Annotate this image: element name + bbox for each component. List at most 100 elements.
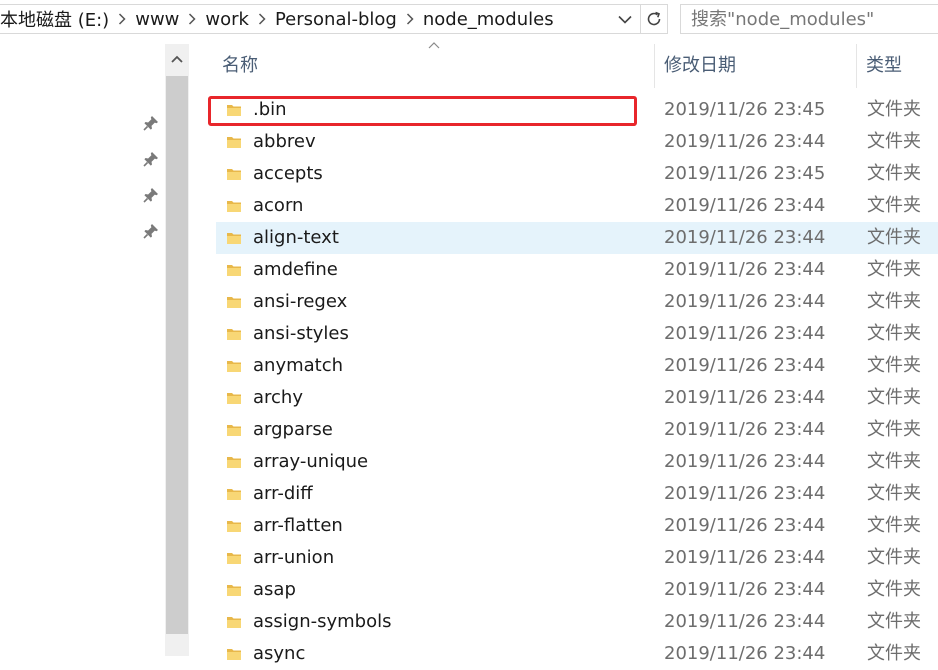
modified-date: 2019/11/26 23:44 [664,579,826,600]
file-type: 文件夹 [867,163,921,184]
file-name: array-unique [253,451,369,472]
file-name: async [253,643,306,664]
list-item[interactable]: assign-symbols 2019/11/26 23:44 文件夹 [216,606,938,638]
folder-icon [227,201,241,212]
list-item[interactable]: argparse 2019/11/26 23:44 文件夹 [216,414,938,446]
modified-date: 2019/11/26 23:44 [664,547,826,568]
breadcrumb-item-node-modules[interactable]: node_modules [419,9,558,30]
file-name: ansi-styles [253,323,349,344]
chevron-down-icon [618,15,632,24]
file-type: 文件夹 [867,547,921,568]
pin-icon[interactable] [143,187,159,203]
refresh-button[interactable] [640,5,667,33]
file-name: ansi-regex [253,291,348,312]
modified-date: 2019/11/26 23:44 [664,611,826,632]
list-item[interactable]: ansi-styles 2019/11/26 23:44 文件夹 [216,318,938,350]
modified-date: 2019/11/26 23:44 [664,515,826,536]
list-item[interactable]: arr-flatten 2019/11/26 23:44 文件夹 [216,510,938,542]
file-type: 文件夹 [867,195,921,216]
column-header-type[interactable]: 类型 [860,44,938,88]
list-item[interactable]: ansi-regex 2019/11/26 23:44 文件夹 [216,286,938,318]
address-history-button[interactable] [612,5,638,33]
modified-date: 2019/11/26 23:44 [664,291,826,312]
modified-date: 2019/11/26 23:44 [664,483,826,504]
modified-date: 2019/11/26 23:44 [664,195,826,216]
column-divider[interactable] [654,44,655,88]
breadcrumb-item-work[interactable]: work [201,9,253,30]
file-name: abbrev [253,131,316,152]
search-input[interactable] [681,5,938,33]
folder-icon [227,361,241,372]
modified-date: 2019/11/26 23:44 [664,387,826,408]
chevron-right-icon[interactable] [401,13,419,25]
list-item[interactable]: .bin 2019/11/26 23:45 文件夹 [216,94,938,126]
breadcrumb-item-www[interactable]: www [131,9,183,30]
refresh-icon [647,11,661,26]
modified-date: 2019/11/26 23:44 [664,323,826,344]
search-box[interactable] [680,4,938,34]
modified-date: 2019/11/26 23:44 [664,419,826,440]
file-type: 文件夹 [867,579,921,600]
file-name: assign-symbols [253,611,392,632]
file-type: 文件夹 [867,515,921,536]
pin-icon[interactable] [143,151,159,167]
file-type: 文件夹 [867,611,921,632]
file-name: arr-diff [253,483,313,504]
file-type: 文件夹 [867,99,921,120]
modified-date: 2019/11/26 23:44 [664,643,826,664]
file-type: 文件夹 [867,259,921,280]
file-name: .bin [253,99,287,120]
column-header-name[interactable]: 名称 [216,44,654,88]
folder-icon [227,265,241,276]
list-item[interactable]: accepts 2019/11/26 23:45 文件夹 [216,158,938,190]
folder-icon [227,521,241,532]
folder-icon [227,457,241,468]
file-name: asap [253,579,296,600]
chevron-right-icon[interactable] [183,13,201,25]
file-type: 文件夹 [867,483,921,504]
column-divider[interactable] [856,44,857,88]
scrollbar-thumb[interactable] [166,76,188,634]
list-item[interactable]: array-unique 2019/11/26 23:44 文件夹 [216,446,938,478]
modified-date: 2019/11/26 23:44 [664,131,826,152]
pin-icon[interactable] [143,223,159,239]
chevron-right-icon[interactable] [113,13,131,25]
list-item[interactable]: acorn 2019/11/26 23:44 文件夹 [216,190,938,222]
file-type: 文件夹 [867,131,921,152]
list-item[interactable]: align-text 2019/11/26 23:44 文件夹 [216,222,938,254]
breadcrumb-item-drive[interactable]: 本地磁盘 (E:) [0,6,113,32]
list-item[interactable]: archy 2019/11/26 23:44 文件夹 [216,382,938,414]
list-item[interactable]: amdefine 2019/11/26 23:44 文件夹 [216,254,938,286]
column-header-date[interactable]: 修改日期 [658,44,856,88]
list-item[interactable]: arr-union 2019/11/26 23:44 文件夹 [216,542,938,574]
folder-icon [227,297,241,308]
file-name: arr-flatten [253,515,343,536]
folder-icon [227,585,241,596]
pin-icon[interactable] [143,115,159,131]
list-item[interactable]: anymatch 2019/11/26 23:44 文件夹 [216,350,938,382]
breadcrumb-item-personal-blog[interactable]: Personal-blog [271,9,401,30]
scroll-up-button[interactable] [165,44,189,74]
address-bar[interactable]: 本地磁盘 (E:) www work Personal-blog node_mo… [0,4,668,34]
file-name: archy [253,387,303,408]
list-item[interactable]: arr-diff 2019/11/26 23:44 文件夹 [216,478,938,510]
folder-icon [227,329,241,340]
list-item[interactable]: abbrev 2019/11/26 23:44 文件夹 [216,126,938,158]
modified-date: 2019/11/26 23:44 [664,259,826,280]
modified-date: 2019/11/26 23:44 [664,451,826,472]
folder-icon [227,489,241,500]
folder-icon [227,137,241,148]
chevron-right-icon[interactable] [253,13,271,25]
file-name: arr-union [253,547,335,568]
folder-icon [227,233,241,244]
folder-icon [227,393,241,404]
file-type: 文件夹 [867,355,921,376]
folder-icon [227,425,241,436]
file-name: amdefine [253,259,338,280]
file-list: .bin 2019/11/26 23:45 文件夹 abbrev 2019/11… [216,94,938,670]
breadcrumb: 本地磁盘 (E:) www work Personal-blog node_mo… [0,5,558,33]
list-item[interactable]: async 2019/11/26 23:44 文件夹 [216,638,938,670]
folder-icon [227,649,241,660]
file-type: 文件夹 [867,323,921,344]
list-item[interactable]: asap 2019/11/26 23:44 文件夹 [216,574,938,606]
